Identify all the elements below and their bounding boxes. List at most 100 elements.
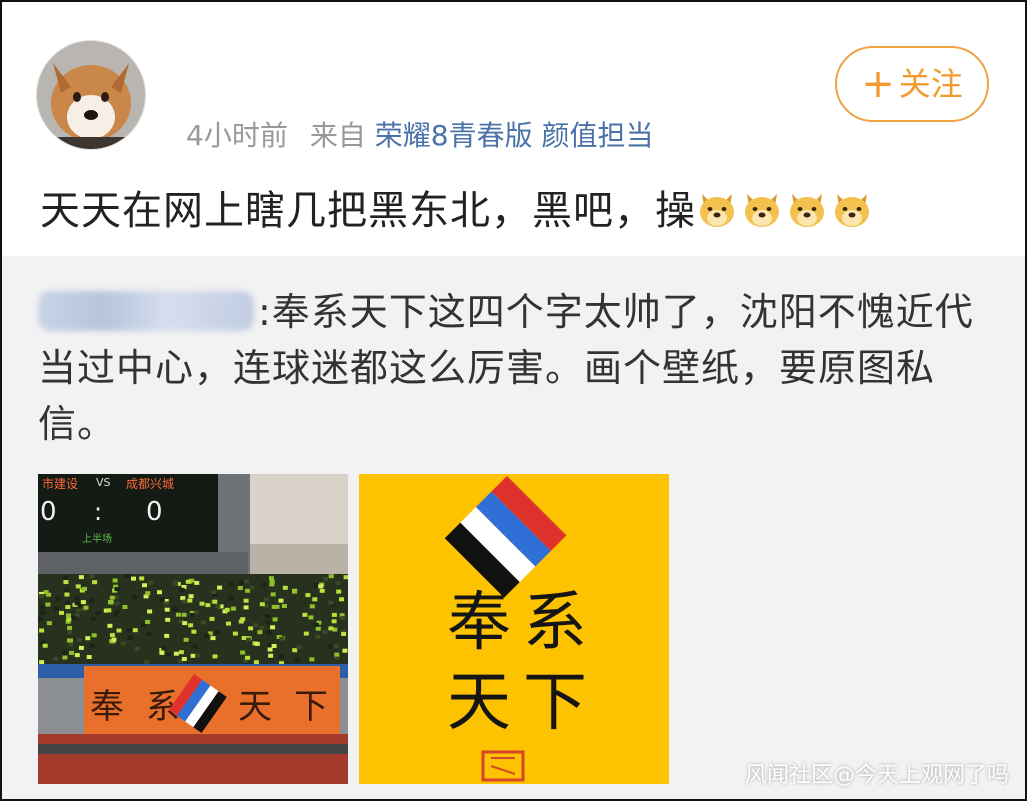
scoreboard-right-team: 成都兴城 bbox=[126, 477, 174, 491]
crowd-dot bbox=[323, 577, 329, 581]
crowd-dot bbox=[69, 650, 74, 655]
crowd-dot bbox=[180, 596, 186, 601]
crowd-dot bbox=[305, 593, 311, 598]
crowd-dot bbox=[134, 646, 140, 651]
crowd-dot bbox=[140, 623, 146, 627]
crowd-dot bbox=[204, 633, 210, 638]
crowd-dot bbox=[164, 601, 170, 606]
crowd-dot bbox=[303, 631, 309, 636]
crowd-dot bbox=[253, 660, 259, 665]
crowd-dot bbox=[38, 616, 43, 621]
crowd-dot bbox=[173, 651, 179, 656]
user-avatar[interactable] bbox=[36, 40, 146, 150]
crowd-dot bbox=[178, 650, 184, 655]
crowd-dot bbox=[66, 613, 71, 618]
blurred-username[interactable] bbox=[38, 291, 254, 331]
crowd-dot bbox=[86, 655, 92, 659]
stadium-image: 市建设 VS 成都兴城 0 : 0 上半场 奉 系 天 下 bbox=[38, 474, 348, 784]
crowd-dot bbox=[75, 584, 81, 589]
crowd-dot bbox=[267, 647, 273, 652]
crowd-dot bbox=[42, 643, 48, 648]
follow-button[interactable]: + 关注 bbox=[835, 46, 989, 122]
crowd-dot bbox=[270, 625, 276, 630]
wallpaper-char-3: 天 bbox=[447, 666, 511, 740]
crowd-dot bbox=[85, 636, 91, 641]
crowd-dot bbox=[296, 645, 302, 650]
crowd-dot bbox=[64, 588, 69, 593]
scoreboard-half: 上半场 bbox=[82, 532, 112, 545]
crowd-dot bbox=[95, 610, 101, 615]
crowd-dot bbox=[318, 584, 324, 589]
crowd-dot bbox=[237, 586, 243, 590]
crowd-dot bbox=[183, 637, 189, 642]
crowd-dot bbox=[241, 636, 247, 640]
crowd-dot bbox=[108, 600, 113, 605]
crowd-dot bbox=[271, 644, 277, 648]
crowd-dot bbox=[313, 583, 319, 588]
crowd-dot bbox=[269, 582, 275, 587]
crowd-dot bbox=[259, 625, 265, 630]
crowd-dot bbox=[91, 633, 97, 638]
crowd-dot bbox=[65, 605, 71, 609]
crowd-dot bbox=[161, 646, 167, 651]
crowd-dot bbox=[312, 597, 318, 602]
repost-content: :奉系天下这四个字太帅了，沈阳不愧近代当过中心，连球迷都这么厉害。画个壁纸，要原… bbox=[38, 284, 998, 452]
crowd-dot bbox=[40, 610, 46, 615]
crowd-dot bbox=[80, 600, 86, 605]
crowd-dot bbox=[39, 594, 45, 598]
crowd-dot bbox=[336, 589, 342, 594]
crowd-dot bbox=[75, 608, 81, 613]
crowd-dot bbox=[159, 597, 165, 602]
crowd-dot bbox=[322, 630, 328, 635]
crowd-dot bbox=[172, 607, 178, 612]
crowd-dot bbox=[194, 580, 200, 585]
crowd-dot bbox=[335, 581, 341, 586]
crowd-dot bbox=[45, 602, 51, 607]
crowd-dot bbox=[165, 617, 171, 622]
crowd-dot bbox=[164, 607, 170, 612]
crowd-dot bbox=[192, 644, 198, 649]
crowd-dot bbox=[282, 585, 288, 590]
doge-emoji-1 bbox=[700, 194, 734, 227]
crowd-dot bbox=[190, 653, 196, 658]
crowd-dot bbox=[199, 601, 205, 606]
wallpaper-image[interactable]: 奉 系 天 下 bbox=[359, 474, 669, 784]
crowd-dot bbox=[245, 655, 251, 660]
crowd-dot bbox=[217, 585, 223, 590]
crowd-dot bbox=[195, 653, 201, 658]
weibo-post-card: 4小时前 来自 荣耀8青春版 颜值担当 + 关注 天天在网上瞎几把黑东北，黑吧，操 … bbox=[0, 0, 1027, 801]
crowd-dot bbox=[232, 631, 238, 636]
crowd-dot bbox=[144, 660, 150, 664]
crowd-dot bbox=[268, 653, 274, 658]
crowd-dot bbox=[212, 599, 218, 604]
crowd-dot bbox=[238, 619, 244, 624]
follow-label: 关注 bbox=[898, 65, 963, 103]
crowd-dot bbox=[66, 617, 72, 622]
crowd-dot bbox=[331, 619, 337, 624]
crowd-dot bbox=[295, 657, 301, 662]
crowd-dot bbox=[278, 654, 284, 659]
crowd-dot bbox=[181, 657, 187, 661]
crowd-dot bbox=[266, 630, 272, 635]
repost-block[interactable]: :奉系天下这四个字太帅了，沈阳不愧近代当过中心，连球迷都这么厉害。画个壁纸，要原… bbox=[2, 256, 1025, 799]
crowd-dot bbox=[39, 628, 45, 633]
crowd-dot bbox=[83, 605, 89, 610]
banner-char-3: 天 bbox=[238, 687, 272, 727]
crowd-dot bbox=[62, 651, 67, 656]
crowd-dot bbox=[89, 574, 95, 579]
crowd-dot bbox=[265, 620, 271, 625]
crowd-dot bbox=[260, 583, 266, 588]
crowd-dot bbox=[249, 585, 255, 590]
crowd-dot bbox=[257, 630, 263, 635]
device-link[interactable]: 荣耀8青春版 颜值担当 bbox=[375, 119, 654, 152]
score-right: 0 bbox=[146, 497, 163, 527]
crowd-dot bbox=[78, 645, 84, 650]
from-label: 来自 bbox=[309, 119, 366, 152]
post-time: 4小时前 bbox=[186, 119, 288, 152]
crowd-dot bbox=[279, 636, 285, 641]
stadium-photo[interactable]: 市建设 VS 成都兴城 0 : 0 上半场 奉 系 天 下 bbox=[38, 474, 348, 784]
crowd-dot bbox=[339, 597, 344, 602]
crowd-dot bbox=[71, 616, 77, 621]
wallpaper-char-2: 系 bbox=[523, 586, 587, 660]
wallpaper-char-1: 奉 bbox=[447, 586, 511, 660]
